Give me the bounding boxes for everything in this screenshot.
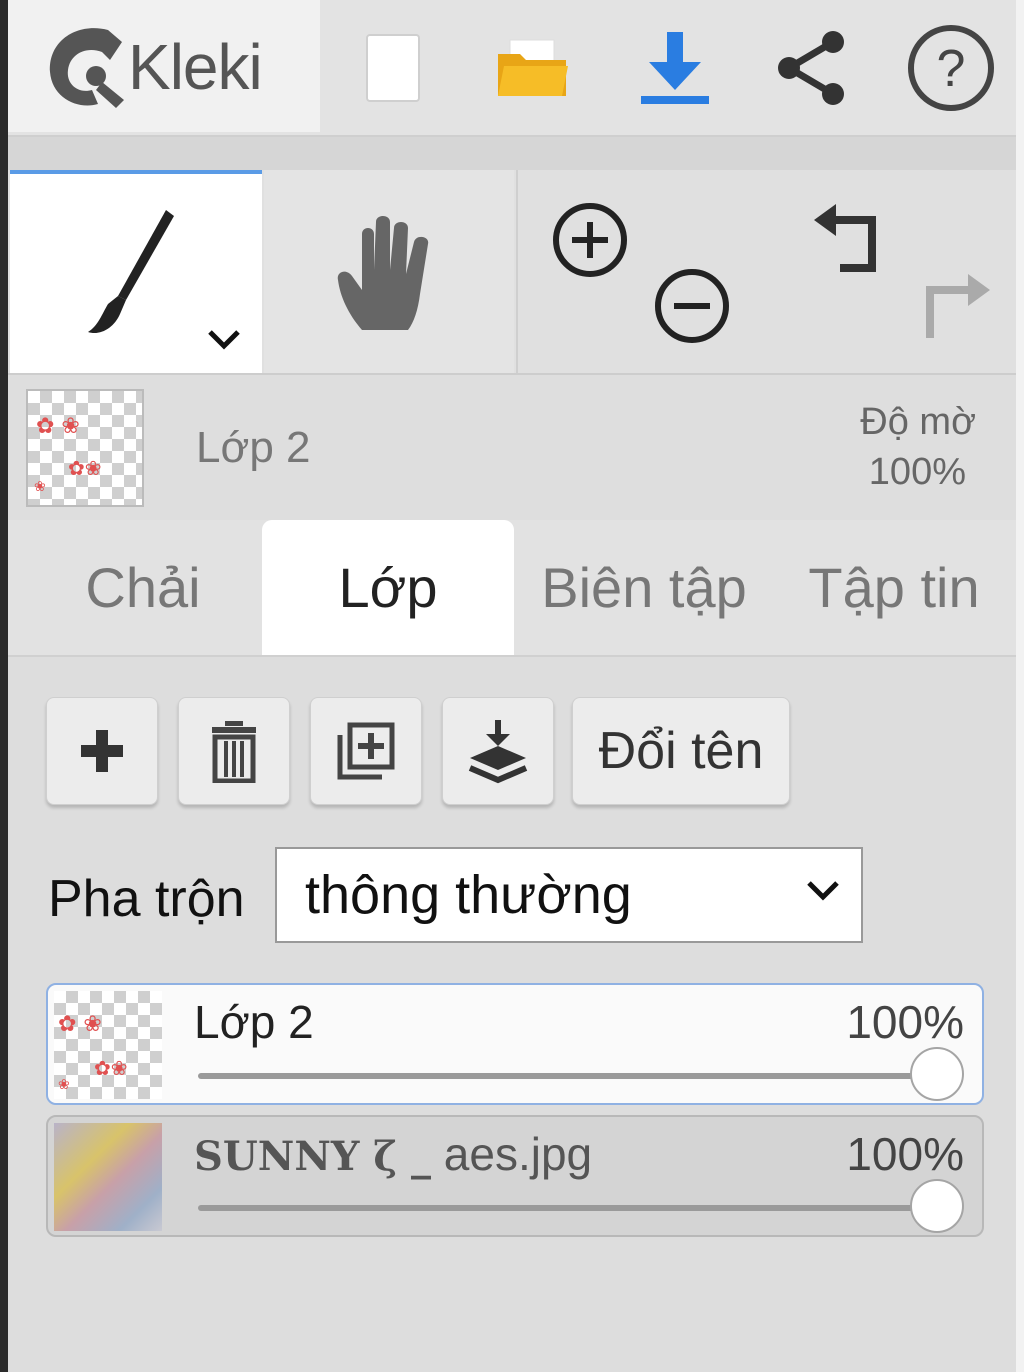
kleki-logo-icon — [49, 28, 124, 108]
share-button[interactable] — [756, 10, 866, 125]
duplicate-layer-button[interactable] — [310, 697, 422, 805]
opacity-slider-track[interactable] — [198, 1205, 938, 1211]
tab-layers[interactable]: Lớp — [262, 520, 514, 655]
tool-separator — [516, 170, 518, 373]
layer-name: Lớp 2 — [194, 996, 314, 1048]
opacity-slider-knob[interactable] — [910, 1179, 964, 1233]
merge-down-icon — [468, 720, 528, 784]
layer-row[interactable]: ✿ ❀ ✿❀ ❀ Lớp 2 100% — [46, 983, 984, 1105]
share-icon — [778, 30, 844, 105]
zoom-controls — [520, 170, 770, 373]
layer-opacity: 100% — [846, 1128, 964, 1180]
current-layer-name: Lớp 2 — [196, 423, 311, 472]
layer-thumbnail-art: ✿ ❀ ✿❀ ❀ — [58, 1012, 128, 1093]
layers-panel: Đổi tên Pha trộn thông thường ✿ ❀ ✿❀ ❀ L… — [8, 657, 1016, 1372]
hand-icon — [337, 216, 429, 330]
folder-icon — [498, 39, 568, 96]
layer-name: SUNNY ζ _ aes.jpg — [194, 1127, 592, 1181]
layer-thumbnail-art: ✿ ❀ ✿❀ ❀ — [34, 414, 102, 495]
new-file-icon — [366, 33, 420, 102]
svg-text:✿ ❀: ✿ ❀ — [58, 1012, 102, 1037]
zoom-out-icon[interactable] — [652, 266, 732, 346]
top-toolbar: Kleki ? — [8, 0, 1016, 137]
help-icon: ? — [908, 24, 994, 111]
tab-file[interactable]: Tập tin — [774, 520, 1014, 655]
undo-icon[interactable] — [810, 200, 890, 276]
window-left-edge — [0, 0, 8, 1372]
layer-name-bold: SUNNY ζ _ — [194, 1133, 431, 1180]
chevron-down-icon[interactable] — [206, 328, 242, 352]
duplicate-icon — [337, 722, 395, 780]
layer-name-rest: aes.jpg — [431, 1128, 593, 1180]
current-layer-thumbnail[interactable]: ✿ ❀ ✿❀ ❀ — [26, 389, 144, 507]
merge-down-button[interactable] — [442, 697, 554, 805]
opacity-slider-track[interactable] — [198, 1073, 938, 1079]
opacity-value: 100% — [868, 451, 966, 493]
chevron-down-icon — [807, 881, 839, 901]
toolbar-gap — [8, 137, 1016, 170]
window-right-edge — [1016, 0, 1024, 1372]
tool-row — [8, 170, 1016, 375]
current-layer-preview: ✿ ❀ ✿❀ ❀ Lớp 2 Độ mờ 100% — [8, 375, 1016, 520]
new-file-button[interactable] — [338, 10, 448, 125]
layer-opacity: 100% — [846, 996, 964, 1048]
rename-label: Đổi tên — [598, 722, 764, 780]
zoom-in-icon[interactable] — [550, 200, 630, 280]
brush-tool-button[interactable] — [10, 170, 262, 373]
app-logo[interactable]: Kleki — [8, 0, 320, 132]
blend-mode-label: Pha trộn — [48, 870, 245, 928]
svg-text:❀: ❀ — [34, 479, 46, 495]
layer-row[interactable]: SUNNY ζ _ aes.jpg 100% — [46, 1115, 984, 1237]
delete-layer-button[interactable] — [178, 697, 290, 805]
blend-mode-select[interactable]: thông thường — [275, 847, 863, 943]
panel-tabs: Chải Lớp Biên tập Tập tin — [8, 520, 1016, 657]
hand-tool-button[interactable] — [264, 170, 514, 373]
svg-text:?: ? — [937, 40, 966, 98]
layer-thumbnail — [54, 1123, 162, 1231]
svg-text:✿❀: ✿❀ — [94, 1056, 128, 1080]
add-layer-button[interactable] — [46, 697, 158, 805]
svg-text:✿❀: ✿❀ — [68, 456, 102, 480]
open-button[interactable] — [478, 10, 588, 125]
opacity-slider-knob[interactable] — [910, 1047, 964, 1101]
tab-edit[interactable]: Biên tập — [520, 520, 768, 655]
trash-icon — [212, 721, 256, 783]
layer-thumbnail: ✿ ❀ ✿❀ ❀ — [54, 991, 162, 1099]
download-icon — [641, 31, 709, 104]
redo-icon[interactable] — [914, 268, 994, 344]
tab-brush[interactable]: Chải — [18, 520, 268, 655]
history-controls — [770, 170, 1016, 373]
svg-text:❀: ❀ — [58, 1077, 70, 1093]
app-name: Kleki — [128, 31, 263, 103]
svg-text:✿ ❀: ✿ ❀ — [36, 414, 80, 439]
download-button[interactable] — [620, 10, 730, 125]
brush-icon — [88, 210, 174, 334]
blend-mode-value: thông thường — [305, 865, 632, 925]
opacity-label: Độ mờ — [860, 401, 976, 443]
plus-icon — [81, 730, 123, 772]
rename-layer-button[interactable]: Đổi tên — [572, 697, 790, 805]
help-button[interactable]: ? — [896, 10, 1006, 125]
